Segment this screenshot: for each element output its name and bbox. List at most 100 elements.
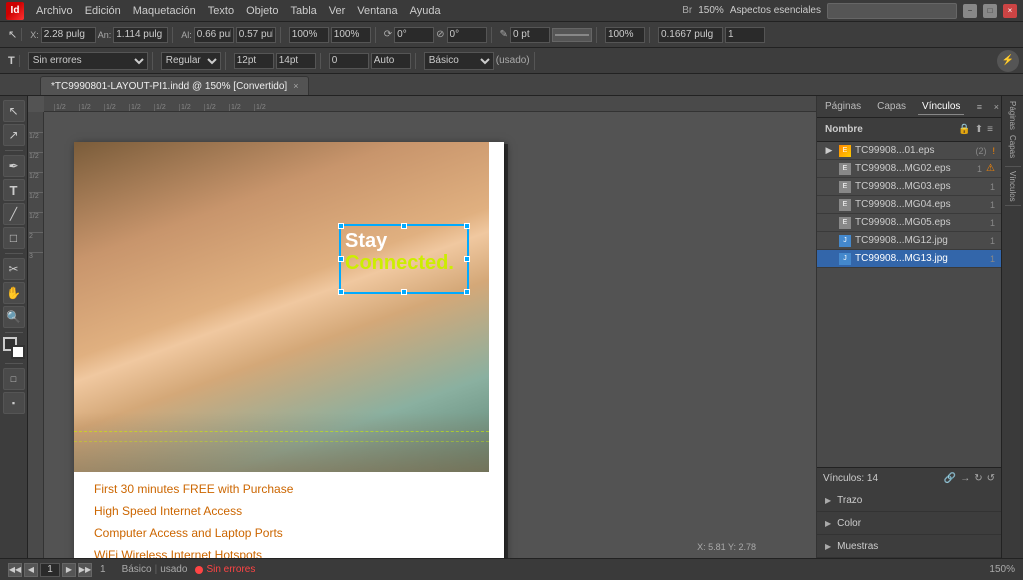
rect-tool[interactable]: □ bbox=[3, 227, 25, 249]
stroke-preview bbox=[552, 28, 592, 42]
zoom-tool[interactable]: 🔍 bbox=[3, 306, 25, 328]
select-tool-icon[interactable]: ↖ bbox=[8, 28, 17, 41]
close-button[interactable]: × bbox=[1003, 4, 1017, 18]
prev-page-btn[interactable]: ◀◀ bbox=[8, 563, 22, 577]
maximize-button[interactable]: □ bbox=[983, 4, 997, 18]
font-style-select[interactable]: Regular bbox=[161, 52, 221, 70]
pct1-input[interactable] bbox=[289, 27, 329, 43]
shear-input[interactable] bbox=[447, 27, 487, 43]
menu-tabla[interactable]: Tabla bbox=[290, 5, 316, 17]
link-num: 1 bbox=[990, 200, 995, 210]
document-text-block: First 30 minutes FREE with Purchase High… bbox=[94, 472, 293, 558]
panel-menu-btn[interactable]: ≡ bbox=[972, 100, 986, 114]
normal-view-btn[interactable]: □ bbox=[3, 368, 25, 390]
handle-mr[interactable] bbox=[464, 256, 470, 262]
ruler-mark-v: 1/2 bbox=[29, 172, 43, 180]
pen-tool[interactable]: ✒ bbox=[3, 155, 25, 177]
handle-tr[interactable] bbox=[464, 223, 470, 229]
document-tab[interactable]: *TC9990801-LAYOUT-PI1.indd @ 150% [Conve… bbox=[40, 76, 309, 95]
val2-input[interactable] bbox=[725, 27, 765, 43]
link-item[interactable]: E TC99908...MG02.eps 1 ⚠ bbox=[817, 160, 1001, 178]
expand-icon[interactable]: ⬆ bbox=[975, 124, 983, 135]
handle-br[interactable] bbox=[464, 289, 470, 295]
pct2-input[interactable] bbox=[331, 27, 371, 43]
goto-link-icon[interactable]: → bbox=[960, 473, 970, 484]
shear-icon: ⊘ bbox=[436, 29, 444, 40]
trazo-title[interactable]: ▶ Trazo bbox=[817, 489, 1001, 511]
zoom-level: 150% bbox=[698, 5, 724, 16]
h-input[interactable] bbox=[236, 27, 276, 43]
menu-ver[interactable]: Ver bbox=[329, 5, 346, 17]
menu-objeto[interactable]: Objeto bbox=[246, 5, 278, 17]
font-family-select[interactable]: Sin errores bbox=[28, 52, 148, 70]
tab-close-button[interactable]: × bbox=[293, 81, 298, 91]
tracking-input[interactable] bbox=[329, 53, 369, 69]
canvas-area[interactable]: 1/2 1/2 1/2 1/2 1/2 1/2 1/2 1/2 1/2 1/2 … bbox=[28, 96, 816, 558]
preview-btn[interactable]: ▪ bbox=[3, 392, 25, 414]
link-item-selected[interactable]: J TC99908...MG13.jpg 1 bbox=[817, 250, 1001, 268]
prev-btn[interactable]: ◀ bbox=[24, 563, 38, 577]
handle-ml[interactable] bbox=[338, 256, 344, 262]
update-icon[interactable]: ↻ bbox=[974, 473, 982, 484]
link-item[interactable]: J TC99908...MG12.jpg 1 bbox=[817, 232, 1001, 250]
minimize-button[interactable]: − bbox=[963, 4, 977, 18]
selection-tool[interactable]: ↖ bbox=[3, 100, 25, 122]
align-select[interactable]: Básico bbox=[424, 52, 494, 70]
handle-bc[interactable] bbox=[401, 289, 407, 295]
link-item[interactable]: E TC99908...MG05.eps 1 bbox=[817, 214, 1001, 232]
capas-vertical-btn[interactable]: Capas bbox=[1004, 132, 1022, 162]
scissors-tool[interactable]: ✂ bbox=[3, 258, 25, 280]
main-layout: ↖ ↗ ✒ T ╱ □ ✂ ✋ 🔍 □ ▪ 1/2 1/2 1/2 1/2 1/… bbox=[0, 96, 1023, 558]
x-input[interactable]: 2.28 pulg bbox=[41, 27, 96, 43]
profile-label: (usado) bbox=[496, 55, 530, 66]
page-count: 1 bbox=[100, 564, 106, 575]
menu-ventana[interactable]: Ventana bbox=[357, 5, 397, 17]
tab-capas[interactable]: Capas bbox=[873, 99, 910, 114]
menu-edicion[interactable]: Edición bbox=[85, 5, 121, 17]
link-item[interactable]: ▶ E TC99908...01.eps (2) ! bbox=[817, 142, 1001, 160]
menu-ayuda[interactable]: Ayuda bbox=[410, 5, 441, 17]
vinculos-vertical-btn[interactable]: Vínculos bbox=[1004, 171, 1022, 201]
handle-bl[interactable] bbox=[338, 289, 344, 295]
workspace-label[interactable]: Aspectos esenciales bbox=[730, 5, 821, 16]
tab-paginas[interactable]: Páginas bbox=[821, 99, 865, 114]
stroke-input[interactable] bbox=[510, 27, 550, 43]
next-btn[interactable]: ▶ bbox=[62, 563, 76, 577]
status-right: 150% bbox=[989, 564, 1015, 575]
line-tool[interactable]: ╱ bbox=[3, 203, 25, 225]
color-title[interactable]: ▶ Color bbox=[817, 512, 1001, 534]
kerning-input[interactable] bbox=[371, 53, 411, 69]
link-item[interactable]: E TC99908...MG04.eps 1 bbox=[817, 196, 1001, 214]
stay-connected-text-box[interactable]: Stay Connected. bbox=[339, 224, 469, 294]
search-input[interactable] bbox=[827, 3, 957, 19]
link-num: 1 bbox=[977, 164, 982, 174]
relink-icon[interactable]: 🔗 bbox=[944, 473, 956, 484]
direct-select-tool[interactable]: ↗ bbox=[3, 124, 25, 146]
handle-tl[interactable] bbox=[338, 223, 344, 229]
paginas-vertical-btn[interactable]: Páginas bbox=[1004, 100, 1022, 130]
sort-icon[interactable]: 🔒 bbox=[958, 124, 970, 135]
al-input[interactable] bbox=[194, 27, 234, 43]
fill-stroke-colors[interactable] bbox=[3, 337, 25, 359]
page-number-input[interactable] bbox=[40, 563, 60, 577]
more-icon[interactable]: ≡ bbox=[987, 124, 993, 135]
font-size-input[interactable] bbox=[234, 53, 274, 69]
update-all-icon[interactable]: ↺ bbox=[987, 473, 995, 484]
menu-texto[interactable]: Texto bbox=[208, 5, 234, 17]
handle-tc[interactable] bbox=[401, 223, 407, 229]
zoom-input[interactable] bbox=[605, 27, 645, 43]
link-item[interactable]: E TC99908...MG03.eps 1 bbox=[817, 178, 1001, 196]
hand-tool[interactable]: ✋ bbox=[3, 282, 25, 304]
an-input[interactable]: 1.114 pulg bbox=[113, 27, 168, 43]
leading-input[interactable] bbox=[276, 53, 316, 69]
muestras-title[interactable]: ▶ Muestras bbox=[817, 535, 1001, 557]
val1-input[interactable] bbox=[658, 27, 723, 43]
next-page-btn[interactable]: ▶▶ bbox=[78, 563, 92, 577]
menu-archivo[interactable]: Archivo bbox=[36, 5, 73, 17]
cs-icon[interactable]: ⚡ bbox=[997, 50, 1019, 72]
type-tool[interactable]: T bbox=[3, 179, 25, 201]
tab-vinculos[interactable]: Vínculos bbox=[918, 99, 964, 115]
menu-maquetacion[interactable]: Maquetación bbox=[133, 5, 196, 17]
tool-separator-2 bbox=[5, 253, 23, 254]
angle-input[interactable] bbox=[394, 27, 434, 43]
